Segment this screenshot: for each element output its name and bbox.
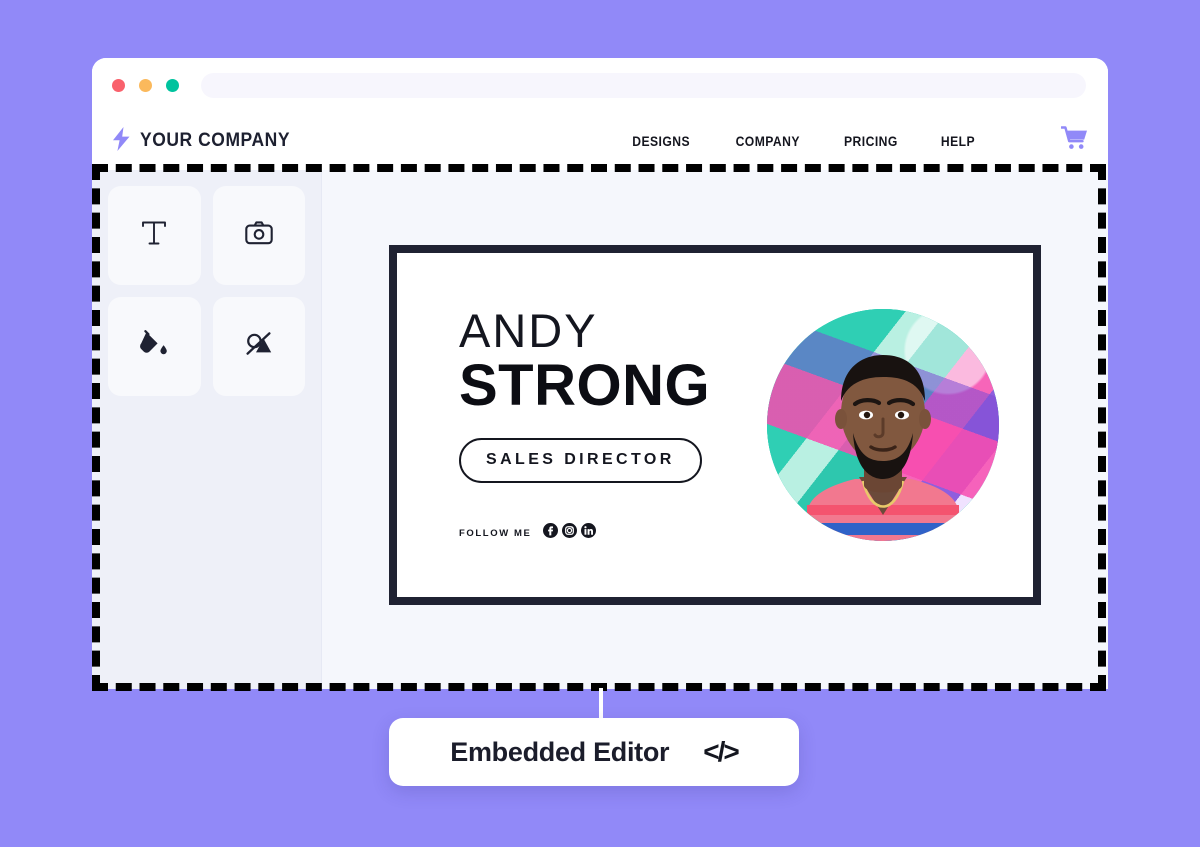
brand-logo[interactable]: YOUR COMPANY <box>112 126 303 156</box>
paint-bucket-icon <box>140 330 168 363</box>
nav-item-designs[interactable]: DESIGNS <box>633 134 691 149</box>
follow-label: FOLLOW ME <box>459 527 532 539</box>
traffic-lights <box>112 78 179 92</box>
shape-crop-icon <box>245 330 273 363</box>
code-icon: </> <box>703 736 740 767</box>
social-icons <box>543 523 597 543</box>
camera-icon <box>244 221 273 250</box>
canvas-area[interactable]: ANDY STRONG SALES DIRECTOR FOLLOW ME <box>322 170 1108 689</box>
text-icon <box>141 219 167 252</box>
profile-photo[interactable] <box>767 309 999 541</box>
design-card[interactable]: ANDY STRONG SALES DIRECTOR FOLLOW ME <box>389 245 1041 605</box>
text-tool-button[interactable] <box>108 186 201 285</box>
cart-button[interactable] <box>1060 126 1088 156</box>
nav-links: DESIGNS COMPANY PRICING HELP <box>629 126 1088 156</box>
editor-body: ANDY STRONG SALES DIRECTOR FOLLOW ME <box>92 170 1108 689</box>
shape-tool-button[interactable] <box>212 297 305 396</box>
nav-item-company[interactable]: COMPANY <box>735 134 799 149</box>
embedded-editor-callout: Embedded Editor </> <box>389 718 799 786</box>
browser-window: YOUR COMPANY DESIGNS COMPANY PRICING HEL… <box>92 58 1108 689</box>
shopping-cart-icon <box>1060 126 1088 156</box>
facebook-icon[interactable] <box>543 523 559 543</box>
nav-item-pricing[interactable]: PRICING <box>844 134 898 149</box>
instagram-icon[interactable] <box>562 523 578 543</box>
address-bar[interactable] <box>201 72 1086 98</box>
browser-titlebar <box>92 58 1108 112</box>
fill-tool-button[interactable] <box>108 297 201 396</box>
tool-sidebar <box>92 170 322 689</box>
role-badge[interactable]: SALES DIRECTOR <box>459 438 702 484</box>
site-navigation-bar: YOUR COMPANY DESIGNS COMPANY PRICING HEL… <box>92 112 1108 170</box>
portrait-figure <box>807 355 959 541</box>
nav-item-help[interactable]: HELP <box>941 134 975 149</box>
callout-connector-line <box>599 688 603 722</box>
minimize-button[interactable] <box>139 78 152 92</box>
last-name-text[interactable]: STRONG <box>459 355 767 417</box>
follow-row: FOLLOW ME <box>459 523 767 543</box>
close-button[interactable] <box>112 78 125 92</box>
tool-grid <box>108 186 305 396</box>
maximize-button[interactable] <box>166 78 179 92</box>
photo-tool-button[interactable] <box>212 186 305 285</box>
first-name-text[interactable]: ANDY <box>459 307 767 354</box>
card-text-block: ANDY STRONG SALES DIRECTOR FOLLOW ME <box>397 307 767 544</box>
brand-name: YOUR COMPANY <box>140 130 291 151</box>
callout-label: Embedded Editor <box>450 736 670 767</box>
linkedin-icon[interactable] <box>581 523 597 543</box>
bolt-icon <box>112 126 131 156</box>
